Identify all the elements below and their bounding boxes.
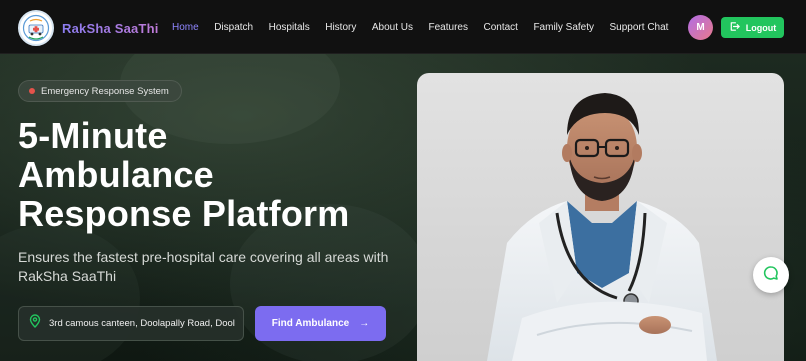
user-avatar[interactable]: M (688, 15, 713, 40)
hero-title: 5-Minute Ambulance Response Platform (18, 116, 398, 233)
logout-icon (729, 21, 740, 34)
find-ambulance-label: Find Ambulance (271, 318, 350, 329)
nav-support-chat[interactable]: Support Chat (610, 22, 669, 33)
chat-bubble-icon (763, 265, 779, 286)
location-input[interactable] (49, 318, 239, 329)
arrow-right-icon: → (359, 318, 370, 329)
hero-subtitle: Ensures the fastest pre-hospital care co… (18, 249, 389, 284)
brand-logo-link[interactable]: RakSha SaaThi (18, 10, 159, 46)
support-chat-button[interactable] (753, 257, 789, 293)
nav-home[interactable]: Home (172, 22, 199, 33)
find-ambulance-button[interactable]: Find Ambulance → (255, 306, 386, 341)
badge-label: Emergency Response System (41, 85, 169, 97)
nav-features[interactable]: Features (429, 22, 468, 33)
hero-section: Emergency Response System 5-Minute Ambul… (0, 54, 806, 361)
doctor-photo (417, 73, 784, 361)
nav-family-safety[interactable]: Family Safety (533, 22, 594, 33)
main-nav: Home Dispatch Hospitals History About Us… (172, 0, 684, 54)
hero-title-line: Response Platform (18, 193, 350, 234)
location-field[interactable] (18, 306, 244, 341)
brand-logo (18, 10, 54, 46)
nav-contact[interactable]: Contact (483, 22, 517, 33)
map-pin-icon (29, 314, 41, 333)
hero-title-line: Ambulance (18, 154, 214, 195)
nav-dispatch[interactable]: Dispatch (214, 22, 253, 33)
logout-label: Logout (745, 22, 777, 33)
brand-name: RakSha SaaThi (62, 20, 159, 36)
hero-title-line: 5-Minute (18, 115, 168, 156)
emergency-badge: Emergency Response System (18, 80, 182, 102)
top-navbar: RakSha SaaThi Home Dispatch Hospitals Hi… (0, 0, 806, 54)
nav-hospitals[interactable]: Hospitals (269, 22, 310, 33)
status-dot (29, 88, 35, 94)
doctor-illustration (487, 93, 717, 361)
nav-about-us[interactable]: About Us (372, 22, 413, 33)
nav-history[interactable]: History (325, 22, 356, 33)
logout-button[interactable]: Logout (721, 17, 784, 38)
